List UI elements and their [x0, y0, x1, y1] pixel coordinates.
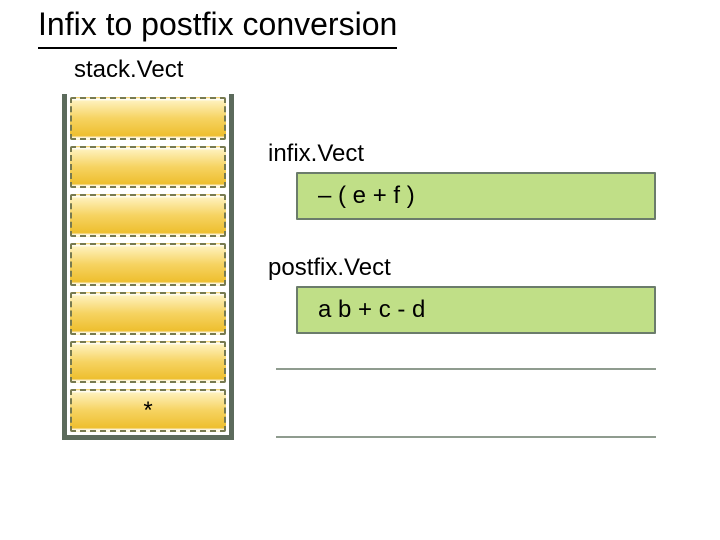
infix-label: infix.Vect: [268, 140, 364, 168]
stack-cell-text: *: [143, 397, 152, 425]
stack-cell: [67, 143, 229, 192]
stack-cell: [67, 338, 229, 387]
stack-cell-inner: [70, 146, 226, 189]
stack-cell-inner: *: [70, 389, 226, 432]
stack-cell-inner: [70, 243, 226, 286]
stack-cell-inner: [70, 341, 226, 384]
stack-cell-inner: [70, 97, 226, 140]
stack-cell: *: [67, 386, 229, 435]
infix-box: – ( e + f ): [296, 172, 656, 220]
stack-label: stack.Vect: [74, 56, 183, 84]
infix-value: – ( e + f ): [318, 182, 415, 210]
stack-cell: [67, 191, 229, 240]
stack-cell: [67, 289, 229, 338]
postfix-label: postfix.Vect: [268, 254, 391, 282]
divider-line: [276, 436, 656, 438]
divider-line: [276, 368, 656, 370]
stack-cell-inner: [70, 292, 226, 335]
slide-title: Infix to postfix conversion: [38, 6, 397, 49]
stack-cell: [67, 240, 229, 289]
slide-root: Infix to postfix conversion stack.Vect: [0, 0, 720, 540]
postfix-value: a b + c - d: [318, 296, 425, 324]
stack-cell-inner: [70, 194, 226, 237]
postfix-box: a b + c - d: [296, 286, 656, 334]
stack-inner: *: [67, 94, 229, 435]
stack-cell: [67, 94, 229, 143]
